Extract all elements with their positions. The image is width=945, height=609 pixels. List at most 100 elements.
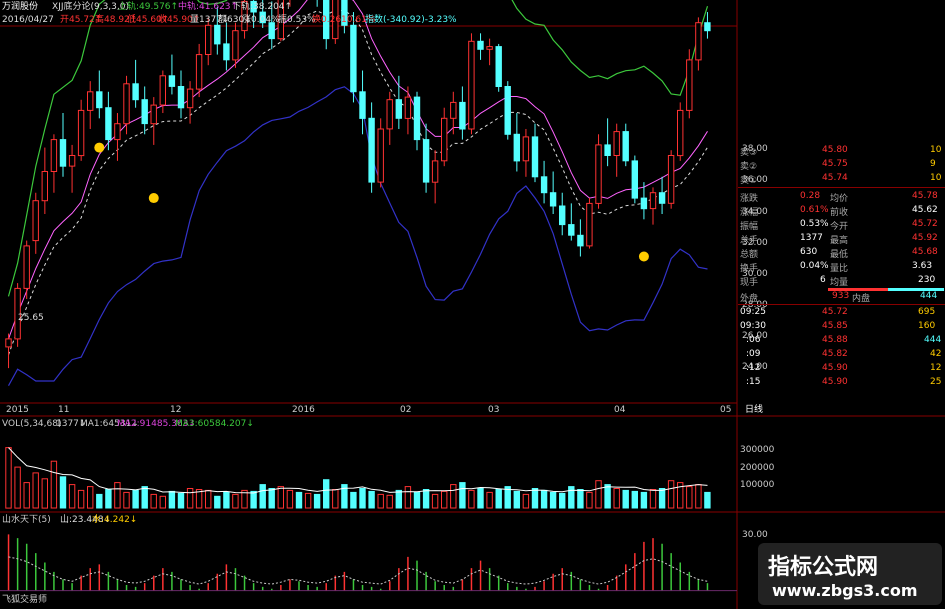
bar-index: 指数(-340.92)-3.23%	[365, 15, 457, 25]
candle-body	[604, 144, 611, 156]
candle-body	[568, 224, 575, 236]
volume-bar	[177, 492, 185, 509]
volume-bar	[531, 488, 539, 509]
tick-time: :09	[746, 349, 761, 359]
tick-row: 09:30 45.85 160	[740, 320, 945, 334]
candle-body	[123, 83, 130, 125]
volume-bar	[14, 466, 21, 509]
candle-body	[359, 91, 366, 119]
volume-bar	[468, 489, 475, 509]
mid-band-label: 中轨:41.623↑	[178, 2, 239, 12]
candle-body	[431, 160, 439, 183]
candle-body	[631, 160, 638, 199]
volume-bar	[96, 493, 103, 509]
time-axis-label: 04	[614, 405, 626, 415]
candle-body	[41, 171, 48, 202]
volume-bar	[205, 489, 212, 509]
volume-bar	[68, 484, 76, 509]
tick-row: :06 45.88 444	[740, 334, 945, 348]
candle-body	[422, 139, 430, 183]
candle-body	[150, 104, 157, 125]
candle-body	[141, 99, 148, 125]
volume-bar	[232, 493, 239, 509]
watermark-url: www.zbgs3.com	[772, 581, 918, 600]
volume-bar	[686, 486, 693, 509]
quote-panel: 卖③ 45.80 10 卖② 45.75 9 卖① 45.74 10 涨跌 0.…	[738, 140, 945, 400]
period-label[interactable]: 日线	[745, 405, 763, 416]
smiley-marker-icon	[148, 193, 159, 204]
volume-ma-line	[8, 447, 708, 494]
volume-bar	[695, 484, 702, 509]
time-axis-label: 03	[488, 405, 500, 415]
stat-row: 现手 6 均量 230	[740, 274, 945, 288]
candle-body	[386, 99, 393, 130]
stat-label: 总手	[740, 236, 759, 246]
volume-bar	[522, 493, 530, 509]
volume-bar	[105, 489, 112, 509]
candle-body	[549, 192, 557, 207]
volume-bar	[622, 489, 629, 509]
ask-row[interactable]: 卖③ 45.80 10	[740, 144, 945, 158]
stat-label: 今开	[830, 222, 849, 232]
volume-bar	[559, 492, 566, 509]
volume-bar	[640, 491, 648, 509]
stat-label: 总额	[740, 250, 759, 260]
watermark-title: 指标公式网	[768, 555, 879, 580]
candle-body	[114, 123, 121, 141]
volume-bar	[5, 447, 12, 509]
tick-price: 45.82	[822, 349, 848, 359]
smiley-marker-icon	[638, 251, 649, 262]
volume-bar	[404, 486, 412, 509]
volume-bar	[395, 489, 403, 509]
stat-row: 振幅 0.53% 今开 45.72	[740, 218, 945, 232]
time-axis-label: 11	[58, 405, 70, 415]
vol-label: VOL(5,34,68)	[2, 419, 62, 429]
oscillator-line	[8, 556, 708, 585]
candle-body	[577, 234, 584, 247]
ask-price: 45.80	[822, 145, 848, 155]
ma-line	[8, 0, 708, 340]
volume-bar	[123, 491, 130, 509]
volume-bar	[332, 489, 339, 509]
stat-row: 换手 0.04% 量比 3.63	[740, 260, 945, 274]
ask-row[interactable]: 卖① 45.74 10	[740, 172, 945, 186]
candle-body	[96, 91, 103, 109]
candle-body	[559, 205, 566, 226]
osc-label: 山水天下(5)	[2, 515, 51, 525]
vol-axis-label: 300000	[740, 445, 775, 455]
ask-row[interactable]: 卖② 45.75 9	[740, 158, 945, 172]
candle-body	[87, 91, 94, 111]
stat-value: 45.62	[912, 205, 938, 215]
tick-vol: 42	[930, 349, 942, 359]
volume-bar	[604, 484, 611, 509]
candle-body	[77, 109, 85, 157]
volume-bar	[50, 460, 58, 509]
lower-band-label: 下轨:38.204↑	[232, 2, 293, 12]
stat-label: 最高	[830, 236, 849, 246]
volume-bar	[223, 491, 230, 509]
candle-body	[404, 96, 412, 119]
stat-value: 0.28	[800, 191, 821, 201]
candle-body	[23, 245, 30, 289]
vol-ma3: MA3:60584.207↓	[175, 419, 254, 429]
stat-label: 最低	[830, 250, 849, 260]
osc-axis-label: 30.00	[742, 530, 768, 540]
tick-row: 09:25 45.72 695	[740, 306, 945, 320]
volume-bar	[186, 488, 194, 509]
stat-value: 630	[800, 247, 818, 257]
candle-body	[704, 22, 711, 32]
stat-label: 前收	[830, 208, 849, 218]
stat-row: 涨幅 0.61% 前收 45.62	[740, 204, 945, 218]
candle-body	[595, 144, 602, 204]
tick-vol: 160	[918, 321, 936, 331]
candle-body	[477, 40, 484, 50]
inner-label: 内盘	[852, 294, 871, 304]
volume-bar	[586, 491, 593, 509]
stat-value: 45.78	[912, 191, 938, 201]
stat-value: 45.72	[912, 219, 938, 229]
candle-body	[468, 40, 475, 130]
volume-bar	[422, 489, 430, 509]
quote-divider	[738, 304, 945, 305]
volume-bar	[431, 493, 439, 509]
upper-band-line	[7, 0, 709, 297]
